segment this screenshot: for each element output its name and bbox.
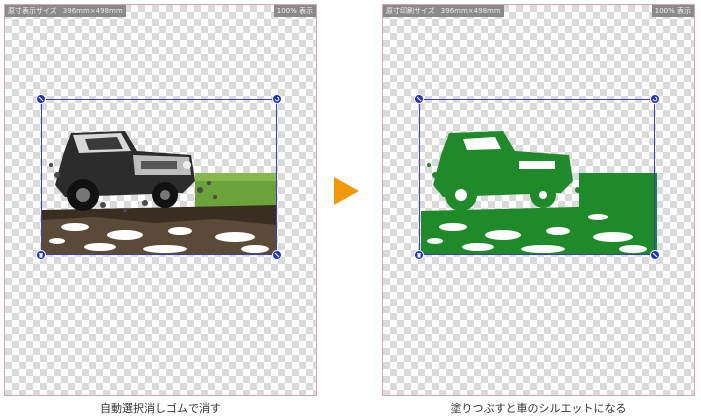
resize-handle-bottom-right[interactable] — [272, 250, 282, 260]
resize-icon — [652, 252, 658, 258]
trash-icon — [417, 253, 421, 258]
rotate-handle[interactable] — [272, 94, 282, 104]
canvas-panel-left: 原寸表示サイズ 396mm×498mm 100% 表示 — [4, 4, 317, 396]
resize-icon — [274, 252, 280, 258]
resize-handle-top-left[interactable] — [414, 94, 424, 104]
rotate-handle[interactable] — [650, 94, 660, 104]
resize-icon — [416, 96, 422, 102]
transform-selection[interactable] — [36, 94, 282, 260]
delete-handle[interactable] — [414, 250, 424, 260]
play-triangle-icon — [334, 177, 359, 205]
delete-handle[interactable] — [36, 250, 46, 260]
canvas-panel-right: 原寸印刷サイズ 396mm×498mm 100% 表示 — [382, 4, 695, 396]
transform-selection[interactable] — [414, 94, 660, 260]
caption-left: 自動選択消しゴムで消す — [100, 402, 221, 415]
trash-icon — [39, 253, 43, 258]
resize-icon — [38, 96, 44, 102]
rotate-icon — [652, 96, 658, 102]
resize-handle-bottom-right[interactable] — [650, 250, 660, 260]
caption-right: 塗りつぶすと車のシルエットになる — [450, 402, 627, 415]
resize-handle-top-left[interactable] — [36, 94, 46, 104]
rotate-icon — [274, 96, 280, 102]
